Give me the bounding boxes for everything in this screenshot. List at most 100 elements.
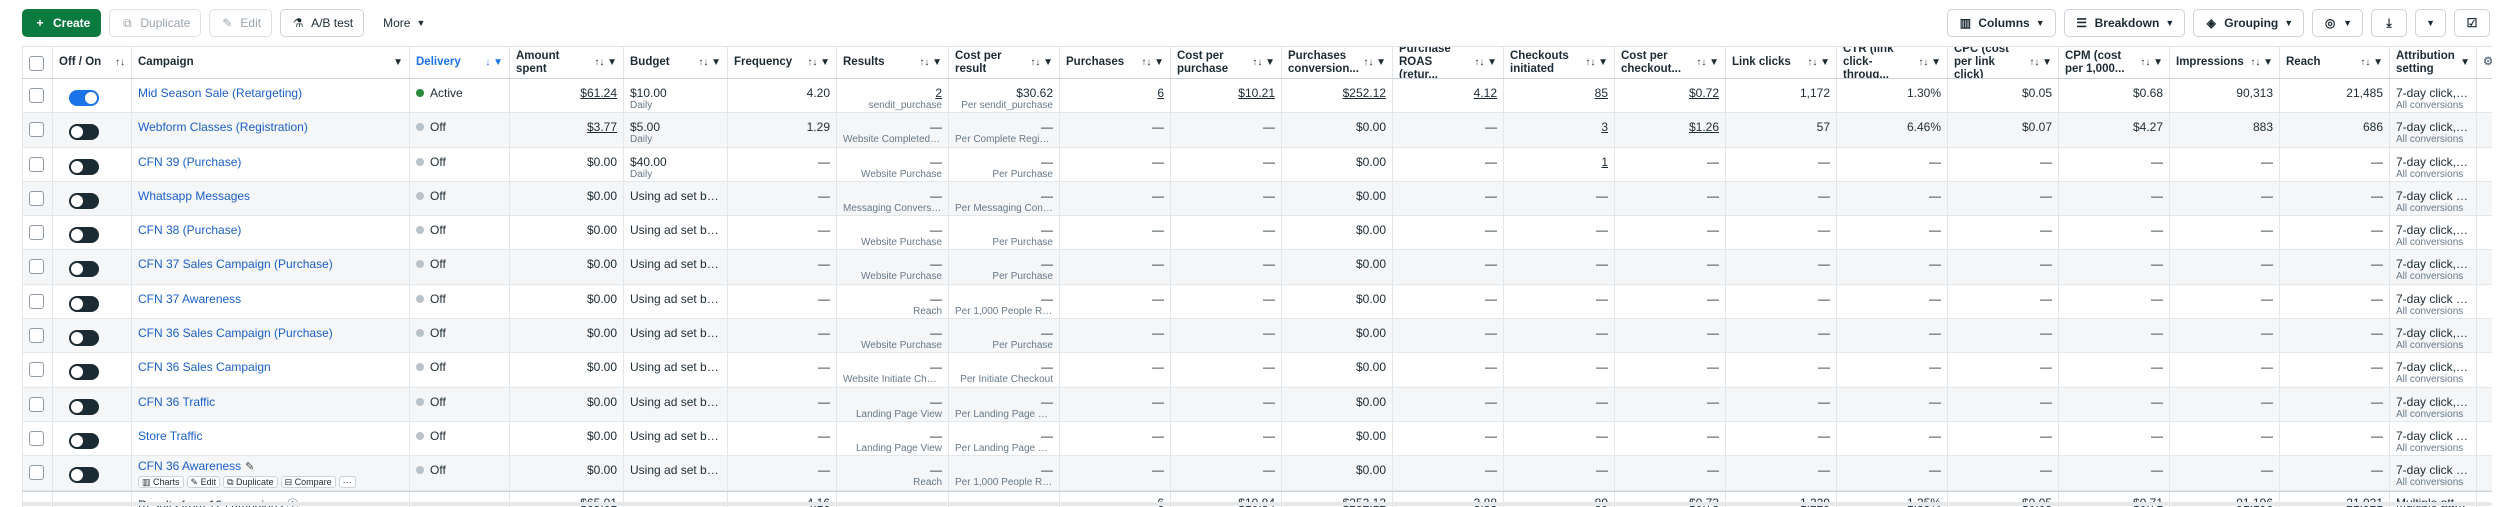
select-all-checkbox[interactable] [29,56,44,71]
campaign-name-link[interactable]: Mid Season Sale (Retargeting) [138,86,403,100]
campaign-toggle[interactable] [69,467,99,484]
sort-icon[interactable]: ↑↓ ▼ [807,56,830,69]
campaign-toggle[interactable] [69,90,99,106]
header-budget[interactable]: Budget ↑↓ ▼ [623,47,727,78]
table-row[interactable]: CFN 36 Awareness ✎ ▥ Charts ✎ Edit ⧉ Duplica… [22,456,2492,491]
table-row[interactable]: CFN 36 Traffic Off $0.00 Using ad set bud..… [22,387,2492,422]
header-clicks[interactable]: Link clicks ↑↓ ▼ [1725,47,1836,78]
sort-icon[interactable]: ↑↓ ▼ [2360,56,2383,69]
table-row[interactable]: Store Traffic Off $0.00 Using ad set bud...… [22,421,2492,457]
row-checkbox[interactable] [29,430,44,446]
sort-icon[interactable]: ↑↓ ▼ [1030,56,1053,69]
grouping-button[interactable]: ◈ Grouping ▼ [2193,9,2305,37]
export-menu-button[interactable]: ▼ [2415,9,2446,37]
table-row[interactable]: CFN 37 Sales Campaign (Purchase) Off $0.00… [22,250,2492,285]
campaign-name-link[interactable]: CFN 36 Sales Campaign [138,360,403,374]
header-name[interactable]: Campaign ▼ [131,47,409,78]
header-delivery[interactable]: Delivery ↓ ▼ [409,47,509,78]
header-ctr[interactable]: CTR (link click-throug... ↑↓ ▼ [1836,47,1947,78]
row-checkbox[interactable] [29,259,44,275]
table-row[interactable]: CFN 39 (Purchase) Off $0.00 $40.00 Daily — — We… [22,147,2492,182]
row-checkbox[interactable] [29,225,44,241]
report-button[interactable]: ☑ [2454,9,2490,37]
row-checkbox[interactable] [29,293,44,309]
header-onoff[interactable]: Off / On ↑↓ [52,47,131,78]
sort-icon[interactable]: ↑↓ ▼ [1807,56,1830,69]
campaign-name-link[interactable]: Webform Classes (Registration) [138,120,403,134]
campaign-name-link[interactable]: Whatsapp Messages [138,189,403,203]
header-cpc_checkout[interactable]: Cost per checkout... ↑↓ ▼ [1614,47,1725,78]
header-cpr[interactable]: Cost per result ↑↓ ▼ [948,47,1059,78]
header-cpc[interactable]: CPC (cost per link click) ↑↓ ▼ [1947,47,2058,78]
columns-button[interactable]: ▥ Columns ▼ [1947,9,2056,37]
row-checkbox[interactable] [29,465,44,481]
settings-icon[interactable]: ⚙ [2483,56,2492,69]
campaign-toggle[interactable] [69,158,99,175]
table-row[interactable]: CFN 37 Awareness Off $0.00 Using ad set bud… [22,284,2492,320]
header-attr[interactable]: Attribution setting ▼ [2389,47,2476,78]
campaign-name-link[interactable]: CFN 36 Sales Campaign (Purchase) [138,326,403,340]
stack-button[interactable]: ◎ ▼ [2312,9,2364,37]
table-row[interactable]: Webform Classes (Registration) Off $3.77 $5… [22,113,2492,148]
sort-icon[interactable]: ↑↓ ▼ [2140,56,2163,69]
sort-icon[interactable]: ↑↓ [115,56,125,69]
header-frequency[interactable]: Frequency ↑↓ ▼ [727,47,836,78]
table-row[interactable]: Mid Season Sale (Retargeting) Active $61.2… [22,79,2492,114]
sort-icon[interactable]: ↑↓ ▼ [1252,56,1275,69]
row-edit-button[interactable]: ✎ Edit [186,476,221,489]
campaign-toggle[interactable] [69,295,99,312]
pencil-icon[interactable]: ✎ [245,461,254,473]
row-duplicate-button[interactable]: ⧉ Duplicate [223,476,278,489]
header-cpm[interactable]: CPM (cost per 1,000... ↑↓ ▼ [2058,47,2169,78]
row-charts-button[interactable]: ▥ Charts [138,476,184,489]
header-reach[interactable]: Reach ↑↓ ▼ [2279,47,2389,78]
sort-icon[interactable]: ↑↓ ▼ [1585,56,1608,69]
sort-icon[interactable]: ↑↓ ▼ [2250,56,2273,69]
campaign-toggle[interactable] [69,192,99,209]
sort-icon[interactable]: ▼ [393,56,403,69]
sort-icon[interactable]: ↑↓ ▼ [594,56,617,69]
row-checkbox[interactable] [29,396,44,412]
ab-test-button[interactable]: ⚗ A/B test [280,9,365,37]
table-row[interactable]: CFN 38 (Purchase) Off $0.00 Using ad set bu… [22,216,2492,251]
campaign-toggle[interactable] [69,227,99,244]
sort-icon[interactable]: ↑↓ ▼ [919,56,942,69]
campaign-name-link[interactable]: CFN 37 Sales Campaign (Purchase) [138,257,403,271]
more-button[interactable]: More ▼ [372,9,437,37]
row-more-button[interactable]: ··· [338,476,356,489]
campaign-name-link[interactable]: CFN 38 (Purchase) [138,223,403,237]
sort-icon[interactable]: ↑↓ ▼ [1474,56,1497,69]
campaign-toggle[interactable] [69,124,99,141]
duplicate-button[interactable]: ⧉ Duplicate [109,9,202,37]
edit-button[interactable]: ✎ Edit [209,9,273,37]
table-row[interactable]: CFN 36 Sales Campaign Off $0.00 Using ad se… [22,353,2492,388]
sort-icon[interactable]: ↑↓ ▼ [1363,56,1386,69]
row-checkbox[interactable] [29,156,44,172]
campaign-toggle[interactable] [69,398,99,415]
header-checkouts[interactable]: Checkouts initiated ↑↓ ▼ [1503,47,1614,78]
campaign-name-link[interactable]: CFN 36 Awareness ✎ [138,459,403,473]
header-roas[interactable]: Purchase ROAS (retur... ↑↓ ▼ [1392,47,1503,78]
breakdown-button[interactable]: ☰ Breakdown ▼ [2063,9,2186,37]
create-button[interactable]: + Create [22,9,102,37]
sort-icon[interactable]: ↑↓ ▼ [1141,56,1164,69]
header-cpp[interactable]: Cost per purchase ↑↓ ▼ [1170,47,1281,78]
table-row[interactable]: Whatsapp Messages Off $0.00 Using ad set bu… [22,181,2492,217]
sort-icon[interactable]: ↑↓ ▼ [698,56,721,69]
row-checkbox[interactable] [29,122,44,138]
campaign-name-link[interactable]: CFN 36 Traffic [138,395,403,409]
header-results[interactable]: Results ↑↓ ▼ [836,47,948,78]
campaign-name-link[interactable]: CFN 37 Awareness [138,292,403,306]
header-impressions[interactable]: Impressions ↑↓ ▼ [2169,47,2279,78]
row-checkbox[interactable] [29,362,44,378]
campaign-toggle[interactable] [69,364,99,381]
campaign-toggle[interactable] [69,432,99,449]
campaign-name-link[interactable]: Store Traffic [138,429,403,443]
row-compare-button[interactable]: ⊟ Compare [280,476,336,489]
header-purchases[interactable]: Purchases ↑↓ ▼ [1059,47,1170,78]
sort-icon[interactable]: ↑↓ ▼ [1918,56,1941,69]
sort-icon[interactable]: ↑↓ ▼ [2029,56,2052,69]
row-checkbox[interactable] [29,328,44,344]
sort-icon[interactable]: ▼ [2460,56,2470,69]
export-button[interactable]: ⤓ [2371,9,2408,37]
